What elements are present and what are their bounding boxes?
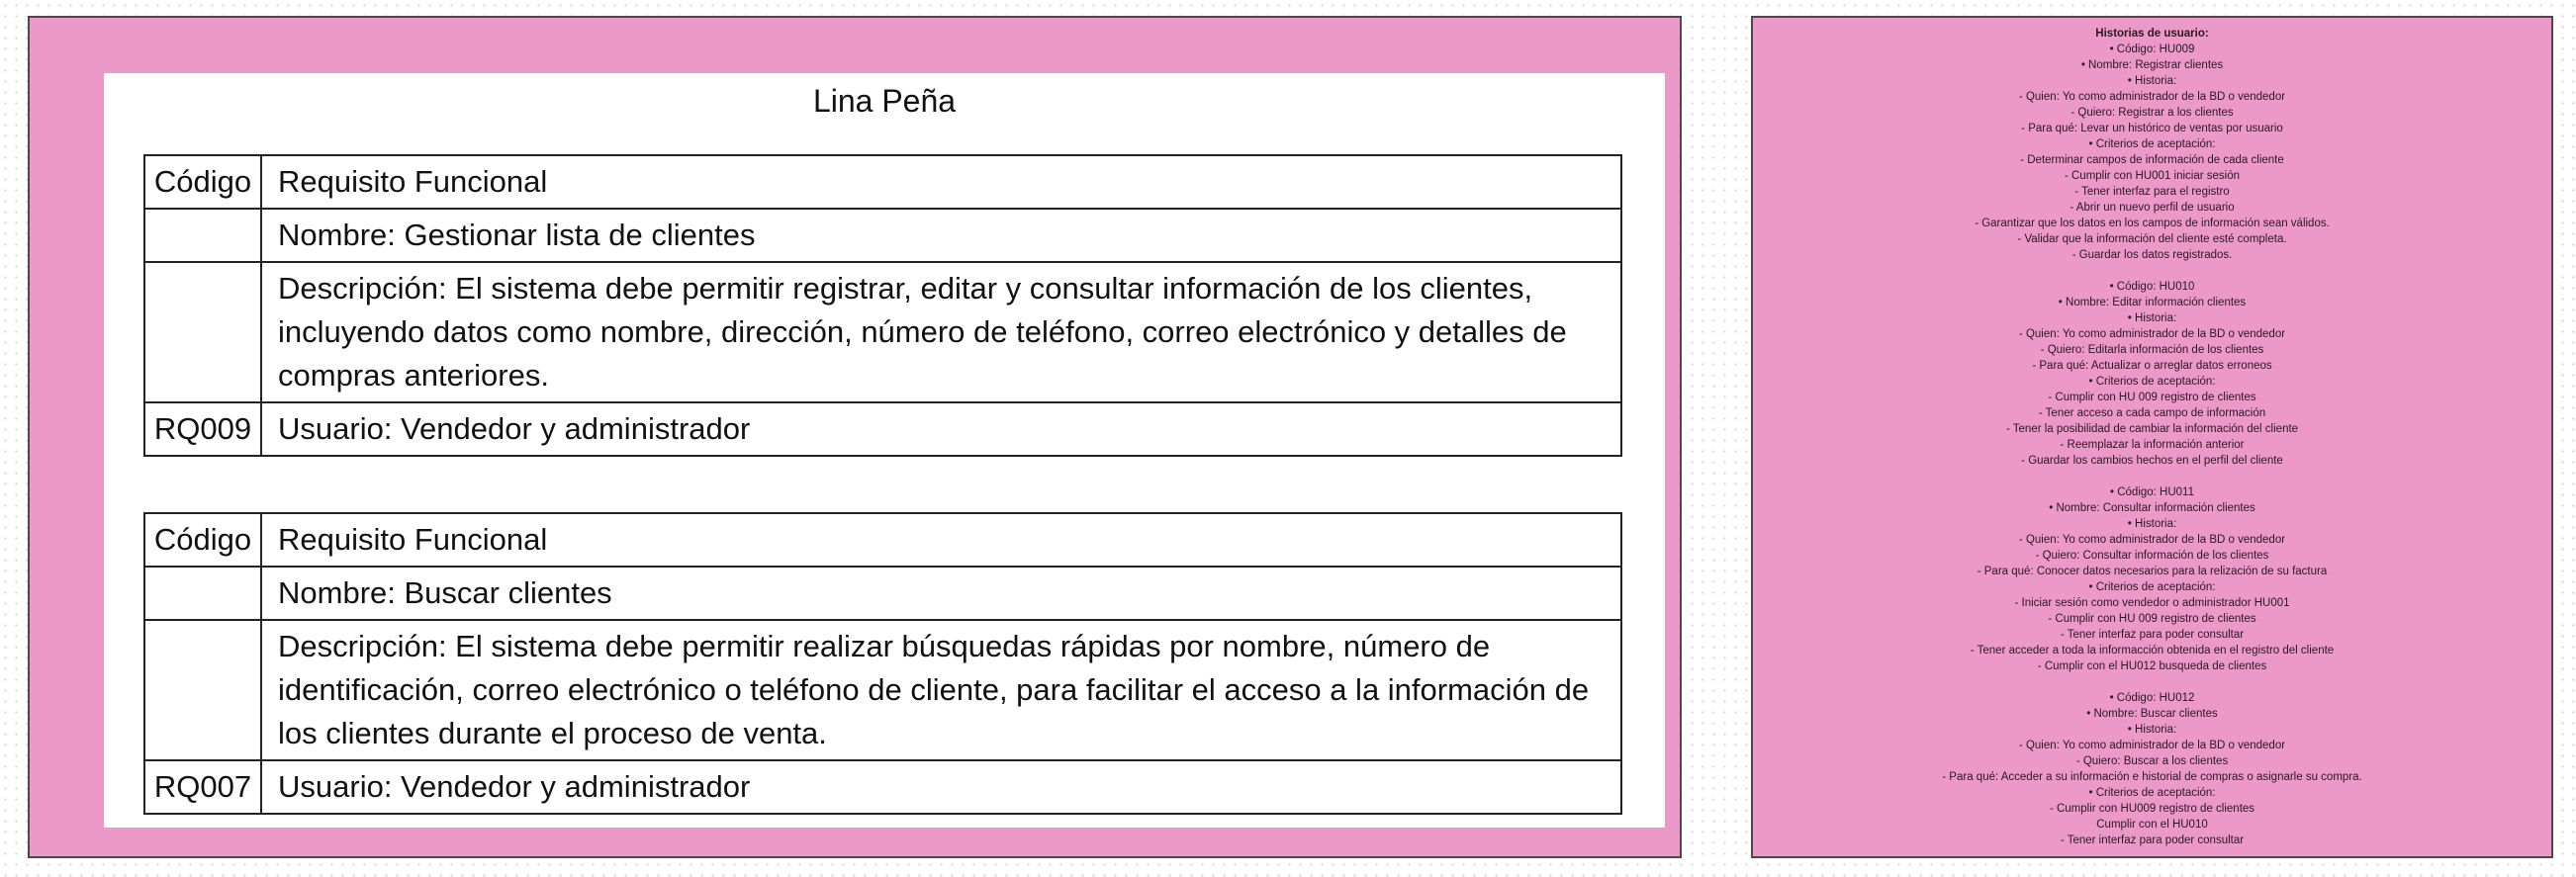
story-line: - Cumplir con HU 009 registro de cliente… — [2048, 392, 2256, 403]
text-cell: Requisito Funcional — [260, 512, 1622, 568]
code-cell — [143, 566, 262, 621]
story-line: - Quien: Yo como administrador de la BD … — [2018, 740, 2286, 751]
text-cell: Descripción: El sistema debe permitir re… — [260, 261, 1622, 403]
code-cell — [143, 261, 262, 403]
text-cell: Nombre: Gestionar lista de clientes — [260, 208, 1622, 263]
text-cell: Nombre: Buscar clientes — [260, 566, 1622, 621]
code-cell: Código — [143, 512, 262, 568]
story-line: - Reemplazar la información anterior — [2060, 439, 2245, 451]
story-line: - Quiero: Buscar a los clientes — [2075, 755, 2229, 767]
story-line: - Guardar los cambios hechos en el perfi… — [2021, 455, 2283, 467]
requirements-card: Lina Peña Código Requisito Funcional Nom… — [28, 16, 1682, 858]
story-line: - Para qué: Acceder a su información e h… — [1942, 771, 2362, 783]
text-cell: Requisito Funcional — [260, 154, 1622, 210]
requirement-table-rq007: Código Requisito Funcional Nombre: Busca… — [143, 512, 1622, 815]
story-line: - Garantizar que los datos en los campos… — [1975, 218, 2330, 229]
code-cell — [143, 619, 262, 761]
story-line: • Código: HU012 — [2109, 692, 2195, 704]
table-row: RQ007 Usuario: Vendedor y administrador — [143, 759, 1622, 815]
table-row: Código Requisito Funcional — [143, 154, 1622, 210]
story-line: - Quiero: Editarla información de los cl… — [2040, 344, 2264, 356]
requirement-table-rq009: Código Requisito Funcional Nombre: Gesti… — [143, 154, 1622, 457]
story-line: • Criterios de aceptación: — [2088, 581, 2216, 593]
code-cell: RQ009 — [143, 401, 262, 457]
user-story-block: • Código: HU009 • Nombre: Registrar clien… — [1753, 42, 2551, 263]
story-line: • Nombre: Editar información clientes — [2058, 297, 2247, 308]
user-stories: Historias de usuario: • Código: HU009 • N… — [1753, 26, 2551, 864]
table-row: Descripción: El sistema debe permitir re… — [143, 619, 1622, 761]
story-line: - Guardar los datos registrados. — [2071, 249, 2233, 261]
story-line: • Historia: — [2127, 518, 2177, 530]
table-row: RQ009 Usuario: Vendedor y administrador — [143, 401, 1622, 457]
story-line: • Criterios de aceptación: — [2088, 376, 2216, 388]
table-row: Descripción: El sistema debe permitir re… — [143, 261, 1622, 403]
text-cell: Usuario: Vendedor y administrador — [260, 401, 1622, 457]
text-cell: Descripción: El sistema debe permitir re… — [260, 619, 1622, 761]
story-line: - Abrir un nuevo perfil de usuario — [2070, 202, 2235, 214]
story-line: • Historia: — [2127, 312, 2177, 324]
stories-heading: Historias de usuario: — [2095, 28, 2209, 40]
story-line: - Quiero: Consultar información de los c… — [2035, 550, 2269, 562]
table-row: Nombre: Buscar clientes — [143, 566, 1622, 621]
user-story-block: • Código: HU011 • Nombre: Consultar infor… — [1753, 484, 2551, 674]
story-line: - Tener la posibilidad de cambiar la inf… — [2005, 423, 2299, 435]
story-line: - Quien: Yo como administrador de la BD … — [2018, 328, 2286, 340]
story-line: - Quiero: Registrar a los clientes — [2070, 107, 2234, 119]
story-line: - Para qué: Actualizar o arreglar datos … — [2032, 360, 2272, 372]
story-line: • Historia: — [2127, 75, 2177, 87]
user-stories-card: Historias de usuario: • Código: HU009 • N… — [1751, 16, 2553, 858]
table-row: Nombre: Gestionar lista de clientes — [143, 208, 1622, 263]
story-line: - Determinar campos de información de ca… — [2020, 154, 2284, 166]
text-cell: Usuario: Vendedor y administrador — [260, 759, 1622, 815]
author-name: Lina Peña — [812, 83, 957, 119]
story-line: - Tener acceder a toda la informacción o… — [1970, 645, 2335, 657]
story-line: • Nombre: Registrar clientes — [2080, 59, 2224, 71]
code-cell: RQ007 — [143, 759, 262, 815]
requirements-sheet: Lina Peña Código Requisito Funcional Nom… — [104, 73, 1665, 828]
story-line: - Para qué: Levar un histórico de ventas… — [2021, 123, 2283, 134]
story-line: • Código: HU011 — [2110, 486, 2194, 498]
story-line: • Código: HU010 — [2109, 281, 2195, 293]
story-line: - Tener interfaz para el registro — [2074, 186, 2230, 198]
story-line: - Cumplir con HU 009 registro de cliente… — [2048, 613, 2256, 625]
story-list: • Código: HU009 • Nombre: Registrar clien… — [1753, 42, 2551, 848]
code-cell — [143, 208, 262, 263]
user-story-block: • Código: HU010 • Nombre: Editar informac… — [1753, 279, 2551, 469]
story-line: - Tener interfaz para poder consultar — [2060, 629, 2245, 641]
story-line: Cumplir con el HU010 — [2096, 819, 2208, 831]
user-story-block: • Código: HU012 • Nombre: Buscar clientes… — [1753, 690, 2551, 848]
story-line: • Historia: — [2127, 724, 2177, 736]
story-line: • Nombre: Consultar información clientes — [2049, 502, 2255, 514]
story-line: - Cumplir con HU001 iniciar sesión — [2064, 170, 2241, 182]
table-row: Código Requisito Funcional — [143, 512, 1622, 568]
story-line: - Tener interfaz para poder consultar — [2060, 834, 2245, 846]
story-line: - Para qué: Conocer datos necesarios par… — [1977, 566, 2328, 577]
story-line: - Validar que la información del cliente… — [2017, 233, 2287, 245]
code-cell: Código — [143, 154, 262, 210]
story-line: • Nombre: Buscar clientes — [2086, 708, 2218, 720]
story-line: • Criterios de aceptación: — [2088, 138, 2216, 150]
story-line: - Cumplir con HU009 registro de clientes — [2049, 803, 2255, 815]
story-line: - Tener acceso a cada campo de informaci… — [2038, 407, 2266, 419]
story-line: • Criterios de aceptación: — [2088, 787, 2216, 799]
story-line: - Iniciar sesión como vendedor o adminis… — [2014, 597, 2290, 609]
story-line: • Código: HU009 — [2109, 44, 2195, 55]
story-line: - Quien: Yo como administrador de la BD … — [2018, 91, 2286, 103]
story-line: - Quien: Yo como administrador de la BD … — [2018, 534, 2286, 546]
story-line: - Cumplir con el HU012 busqueda de clien… — [2037, 660, 2267, 672]
